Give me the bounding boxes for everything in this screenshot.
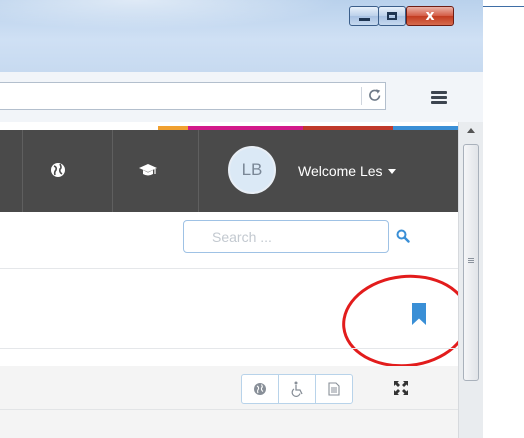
search-input[interactable]	[183, 220, 389, 253]
hamburger-icon[interactable]	[431, 91, 447, 105]
close-icon: x	[425, 8, 435, 24]
scroll-up-arrow-icon[interactable]	[467, 128, 475, 133]
document-icon	[328, 382, 340, 396]
annotation-circle	[337, 268, 458, 374]
url-bar-divider	[361, 87, 362, 105]
nav-separator	[22, 130, 23, 212]
vertical-scrollbar[interactable]	[458, 122, 483, 438]
maximize-button[interactable]	[378, 6, 406, 26]
globe-icon[interactable]	[48, 160, 68, 180]
desktop-edge-line	[483, 6, 524, 7]
maximize-icon	[387, 12, 397, 20]
title-bar[interactable]: x	[0, 0, 483, 72]
scroll-thumb[interactable]	[463, 144, 479, 381]
accessibility-button[interactable]	[279, 375, 316, 403]
close-button[interactable]: x	[406, 6, 454, 26]
reload-icon[interactable]	[368, 87, 382, 105]
chevron-down-icon	[387, 168, 396, 174]
reload-icon-graphic	[369, 89, 381, 101]
avatar[interactable]: LB	[228, 146, 276, 194]
accessibility-icon	[291, 381, 303, 397]
browser-window: x LB Welcome Les Search ...	[0, 0, 484, 438]
panel-header	[0, 366, 458, 410]
globe-icon	[254, 383, 266, 395]
globe-button[interactable]	[242, 375, 279, 403]
nav-separator	[198, 130, 199, 212]
minimize-button[interactable]	[349, 6, 379, 26]
view-button-group	[241, 374, 353, 404]
url-bar[interactable]	[0, 82, 386, 110]
title-bar-glow	[0, 0, 340, 30]
section-divider	[0, 348, 458, 349]
minimize-icon	[358, 18, 370, 21]
site-nav-bar: LB Welcome Les	[0, 130, 458, 212]
search-icon[interactable]	[396, 229, 410, 243]
grip-icon	[468, 258, 474, 264]
avatar-initials: LB	[241, 160, 263, 179]
nav-separator	[112, 130, 113, 212]
graduation-cap-icon[interactable]	[138, 160, 158, 180]
browser-toolbar	[0, 72, 483, 122]
document-button[interactable]	[316, 375, 352, 403]
section-divider	[0, 268, 458, 269]
content-panel	[0, 366, 458, 438]
expand-icon[interactable]	[393, 380, 409, 396]
user-menu[interactable]: Welcome Les	[298, 162, 396, 180]
web-page: LB Welcome Les	[0, 122, 458, 438]
desktop-background	[483, 0, 524, 438]
welcome-label: Welcome Les	[298, 163, 383, 179]
